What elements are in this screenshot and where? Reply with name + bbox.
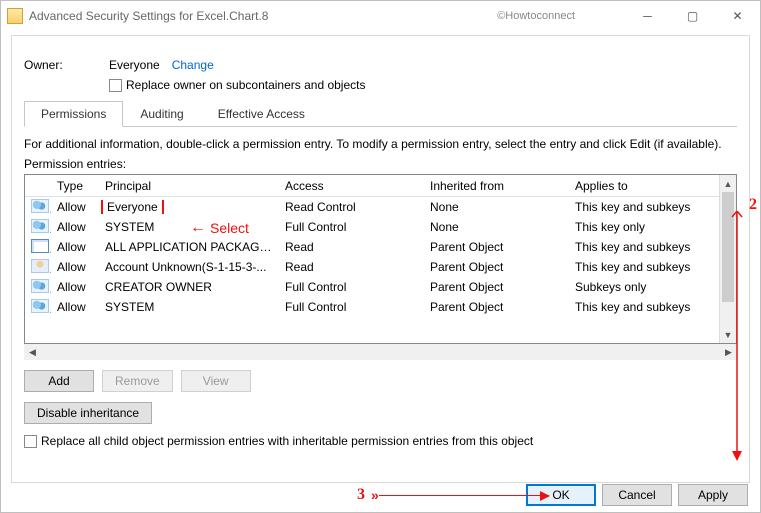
replace-owner-checkbox[interactable]: Replace owner on subcontainers and objec… [109,78,365,92]
cell-principal: CREATOR OWNER [99,280,279,294]
principal-icon [31,259,49,273]
principal-icon [31,219,49,233]
cell-applies: This key and subkeys [569,300,719,314]
maximize-button[interactable]: ▢ [670,2,715,30]
table-row[interactable]: AllowALL APPLICATION PACKAGESReadParent … [25,237,719,257]
cell-type: Allow [51,300,99,314]
scroll-thumb[interactable] [722,192,734,302]
tab-effective-access[interactable]: Effective Access [201,101,322,127]
tab-strip: Permissions Auditing Effective Access [24,100,737,127]
annotation-step-3: 3 [357,486,365,504]
cell-type: Allow [51,240,99,254]
close-button[interactable]: ✕ [715,2,760,30]
cell-inherited: None [424,200,569,214]
ok-button[interactable]: OK [526,484,596,506]
instructions-text: For additional information, double-click… [24,137,737,151]
col-applies[interactable]: Applies to [569,179,719,193]
cell-inherited: Parent Object [424,240,569,254]
window-buttons: ─ ▢ ✕ [625,2,760,30]
tab-auditing[interactable]: Auditing [123,101,200,127]
replace-all-checkbox[interactable]: Replace all child object permission entr… [24,434,737,448]
cell-inherited: Parent Object [424,300,569,314]
table-row[interactable]: AllowSYSTEMFull ControlParent ObjectThis… [25,297,719,317]
cell-principal: Account Unknown(S-1-15-3-... [99,260,279,274]
annotation-step-2: 2 [749,196,757,214]
scroll-right-icon[interactable]: ▶ [720,344,737,360]
col-access[interactable]: Access [279,179,424,193]
cell-principal: ALL APPLICATION PACKAGES [99,240,279,254]
owner-value: Everyone [109,58,160,72]
owner-label: Owner: [24,58,109,72]
tab-permissions[interactable]: Permissions [24,101,123,127]
annotation-arrow-3: 3 » [357,486,549,504]
minimize-button[interactable]: ─ [625,2,670,30]
cell-applies: This key and subkeys [569,200,719,214]
cell-type: Allow [51,220,99,234]
cell-inherited: Parent Object [424,260,569,274]
replace-all-label: Replace all child object permission entr… [41,434,533,448]
cell-inherited: None [424,220,569,234]
watermark-text: ©Howtoconnect [497,10,575,22]
principal-icon [31,279,49,293]
cell-access: Full Control [279,280,424,294]
cell-principal: Everyone [99,200,279,214]
horizontal-scrollbar[interactable]: ◀ ▶ [24,343,737,360]
add-button[interactable]: Add [24,370,94,392]
apply-button[interactable]: Apply [678,484,748,506]
security-settings-window: Advanced Security Settings for Excel.Cha… [0,0,761,513]
cell-principal: SYSTEM [99,300,279,314]
cell-applies: Subkeys only [569,280,719,294]
col-type[interactable]: Type [51,179,99,193]
cell-access: Read [279,240,424,254]
window-title: Advanced Security Settings for Excel.Cha… [29,9,497,23]
scroll-down-icon[interactable]: ▼ [720,326,736,343]
view-button: View [181,370,251,392]
cell-applies: This key only [569,220,719,234]
principal-icon [31,199,49,213]
replace-owner-label: Replace owner on subcontainers and objec… [126,78,365,92]
entry-actions: Add Remove View [24,370,737,392]
remove-button: Remove [102,370,173,392]
change-owner-link[interactable]: Change [172,58,214,72]
cell-access: Read Control [279,200,424,214]
cell-type: Allow [51,260,99,274]
scroll-left-icon[interactable]: ◀ [24,344,41,360]
table-row[interactable]: AllowCREATOR OWNERFull ControlParent Obj… [25,277,719,297]
dialog-content: Owner: Everyone Change Replace owner on … [11,35,750,483]
cell-inherited: Parent Object [424,280,569,294]
table-row[interactable]: AllowSYSTEMFull ControlNoneThis key only [25,217,719,237]
col-principal[interactable]: Principal [99,179,279,193]
checkbox-icon [109,79,122,92]
titlebar: Advanced Security Settings for Excel.Cha… [1,1,760,31]
scroll-up-icon[interactable]: ▲ [720,175,736,192]
cell-type: Allow [51,200,99,214]
vertical-scrollbar[interactable]: ▲ ▼ [719,175,736,343]
cancel-button[interactable]: Cancel [602,484,672,506]
permission-entries-grid: Type Principal Access Inherited from App… [24,174,737,344]
cell-applies: This key and subkeys [569,240,719,254]
cell-access: Full Control [279,220,424,234]
table-row[interactable]: AllowEveryoneRead ControlNoneThis key an… [25,197,719,217]
cell-access: Full Control [279,300,424,314]
table-row[interactable]: AllowAccount Unknown(S-1-15-3-...ReadPar… [25,257,719,277]
grid-header: Type Principal Access Inherited from App… [25,175,719,197]
cell-principal: SYSTEM [99,220,279,234]
principal-icon [31,299,49,313]
cell-type: Allow [51,280,99,294]
disable-inheritance-button[interactable]: Disable inheritance [24,402,152,424]
owner-section: Owner: Everyone Change Replace owner on … [24,58,737,92]
cell-access: Read [279,260,424,274]
folder-icon [7,8,23,24]
entries-label: Permission entries: [24,157,737,171]
dialog-footer: OK Cancel Apply [526,484,748,506]
checkbox-icon [24,435,37,448]
cell-applies: This key and subkeys [569,260,719,274]
principal-icon [31,239,49,253]
col-inherited[interactable]: Inherited from [424,179,569,193]
